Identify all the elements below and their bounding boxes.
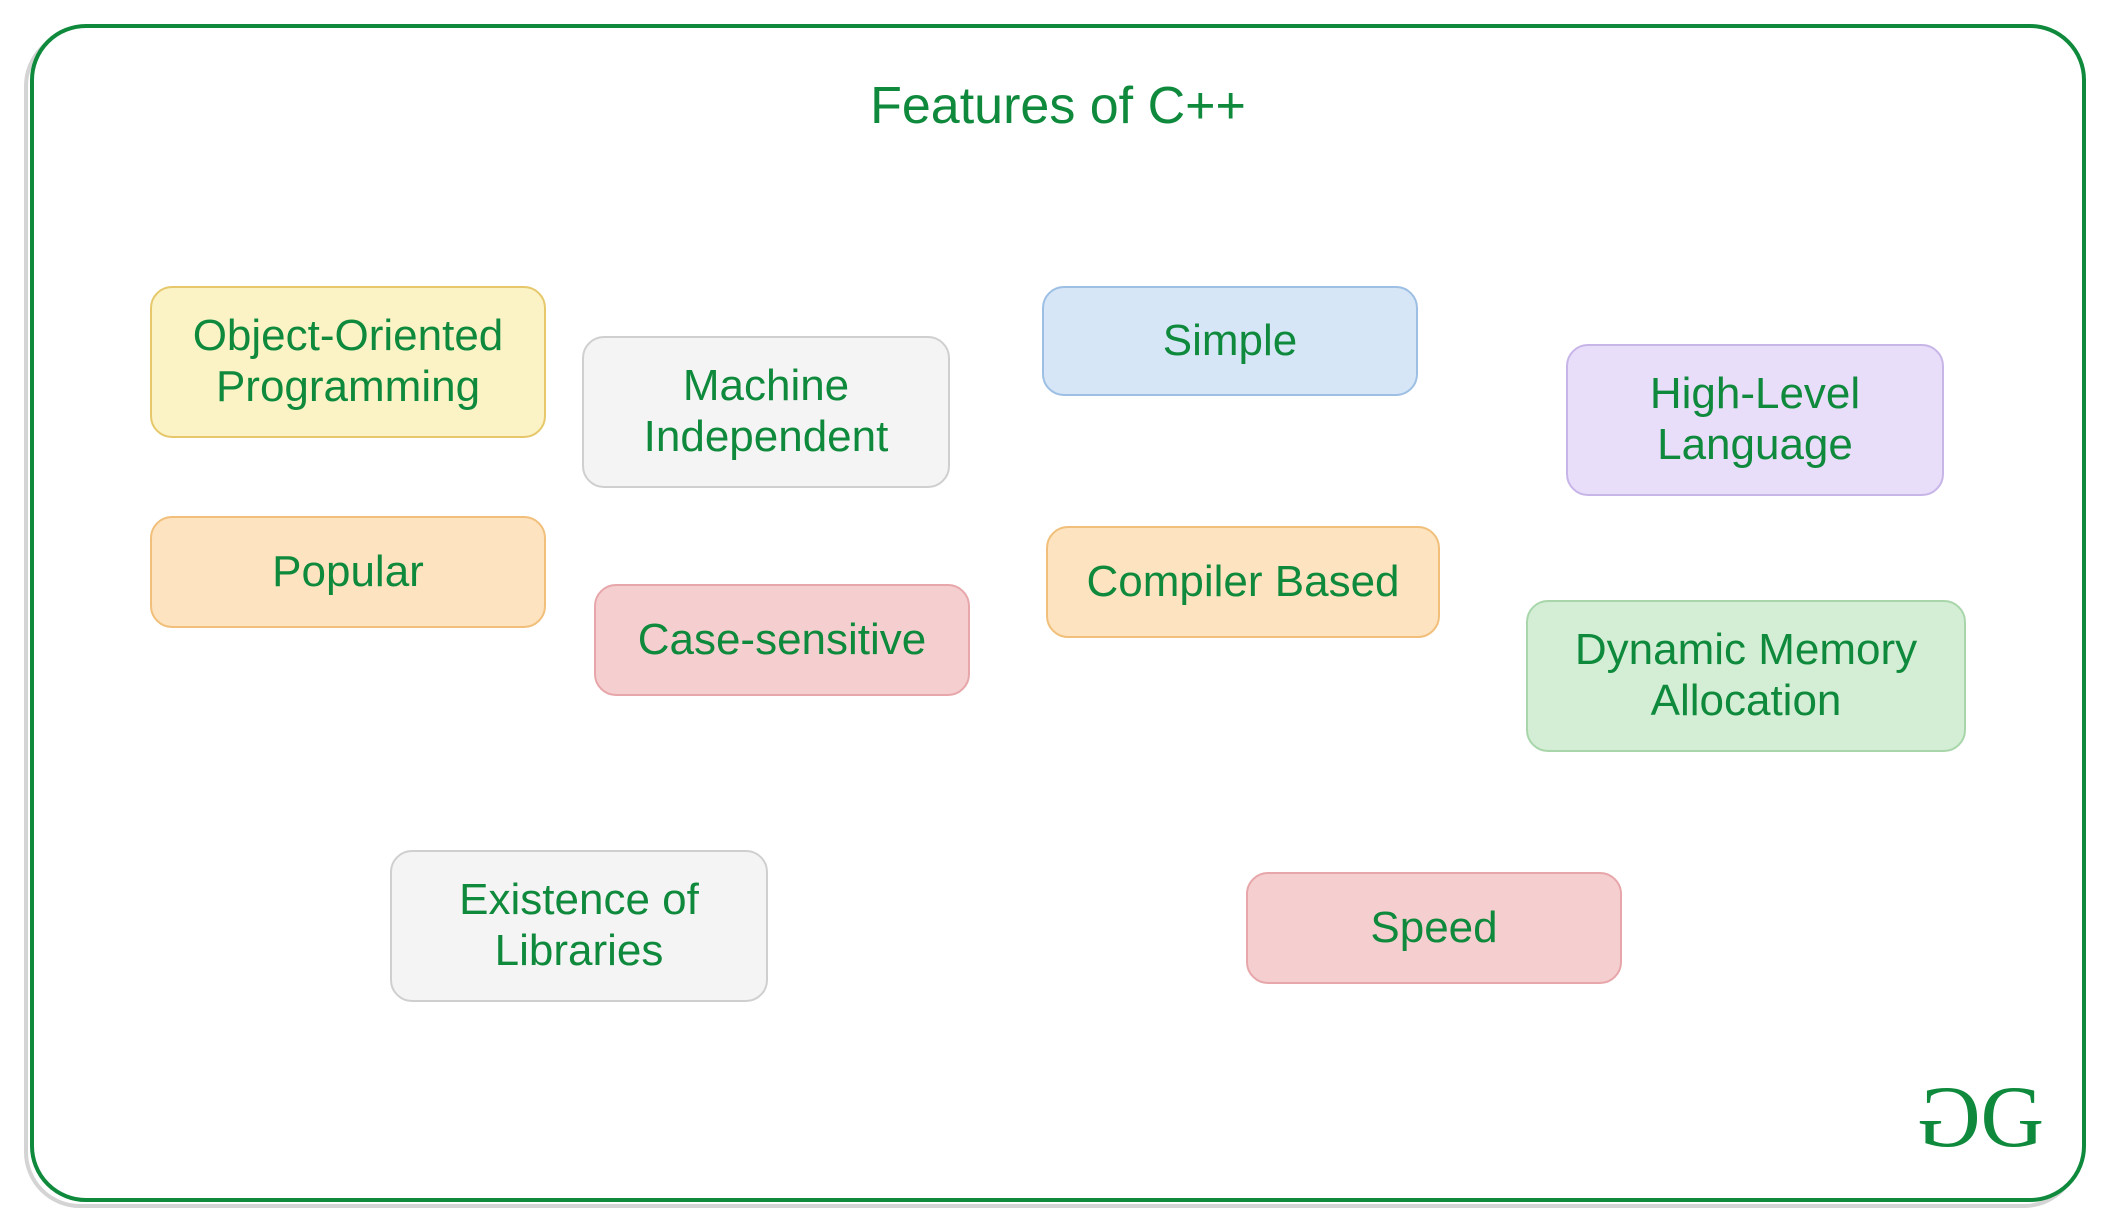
feature-label: Machine Independent bbox=[600, 361, 932, 462]
feature-node-oop: Object-Oriented Programming bbox=[150, 286, 546, 438]
feature-node-speed: Speed bbox=[1246, 872, 1622, 984]
feature-node-machine-independent: Machine Independent bbox=[582, 336, 950, 488]
feature-node-high-level-language: High-Level Language bbox=[1566, 344, 1944, 496]
feature-label: Popular bbox=[272, 547, 424, 598]
feature-label: Existence of Libraries bbox=[408, 875, 750, 976]
feature-node-simple: Simple bbox=[1042, 286, 1418, 396]
diagram-title: Features of C++ bbox=[34, 76, 2082, 136]
feature-label: Compiler Based bbox=[1086, 557, 1399, 608]
feature-node-case-sensitive: Case-sensitive bbox=[594, 584, 970, 696]
diagram-frame: Features of C++ Object-Oriented Programm… bbox=[30, 24, 2086, 1202]
feature-label: Object-Oriented Programming bbox=[168, 311, 528, 412]
feature-label: Speed bbox=[1370, 903, 1497, 954]
geeksforgeeks-logo-icon: GG bbox=[1931, 1074, 2030, 1162]
feature-label: Dynamic Memory Allocation bbox=[1544, 625, 1948, 726]
feature-node-dynamic-memory-allocation: Dynamic Memory Allocation bbox=[1526, 600, 1966, 752]
logo-glyph-left: G bbox=[1931, 1074, 1981, 1162]
feature-label: High-Level Language bbox=[1584, 369, 1926, 470]
feature-node-popular: Popular bbox=[150, 516, 546, 628]
feature-label: Simple bbox=[1163, 316, 1298, 367]
logo-glyph-right: G bbox=[1980, 1069, 2030, 1166]
feature-label: Case-sensitive bbox=[638, 615, 927, 666]
feature-node-existence-of-libraries: Existence of Libraries bbox=[390, 850, 768, 1002]
feature-node-compiler-based: Compiler Based bbox=[1046, 526, 1440, 638]
